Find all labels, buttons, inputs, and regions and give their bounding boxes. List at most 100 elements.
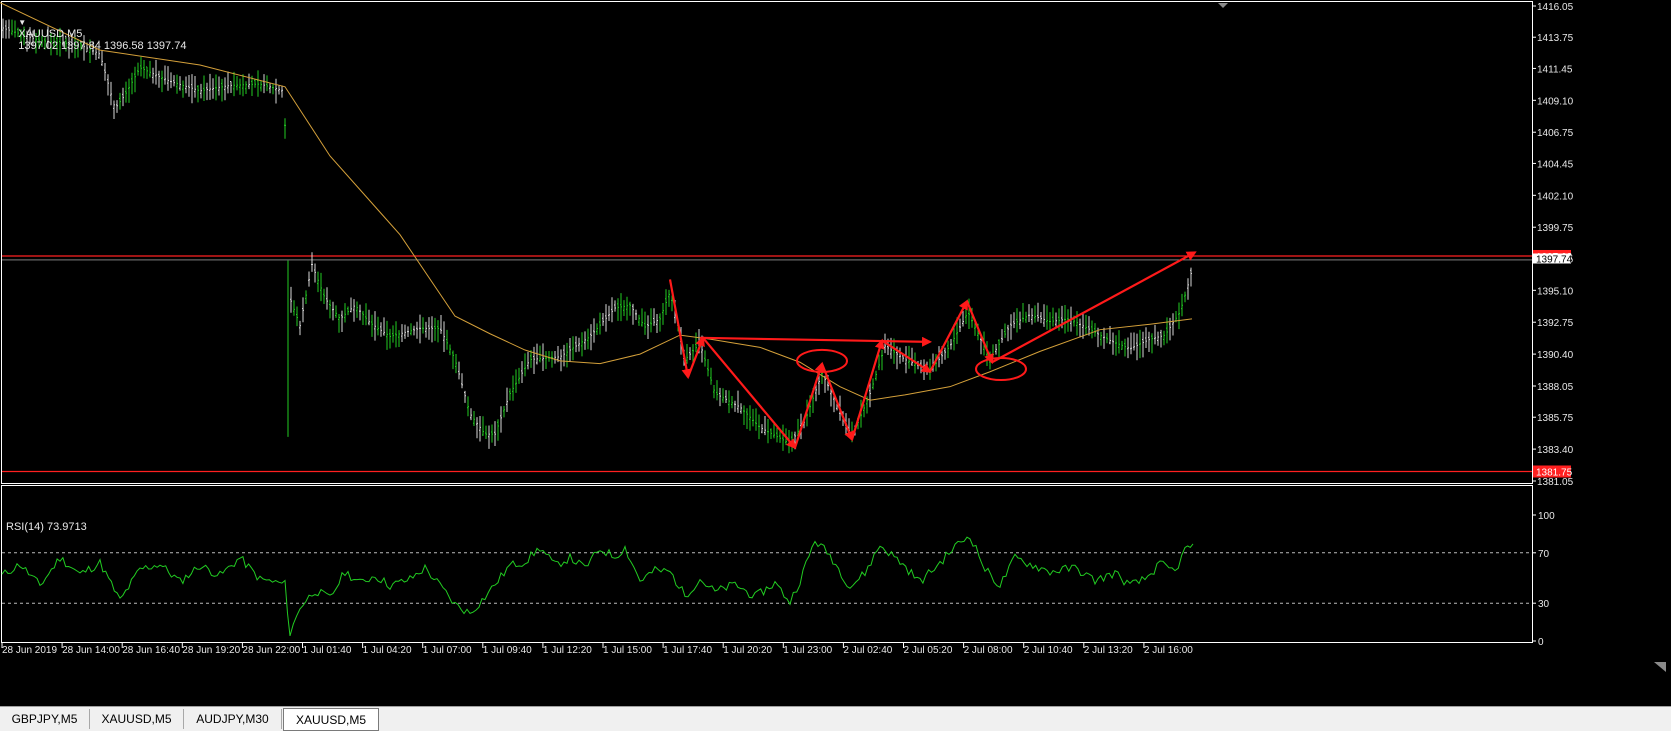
price-axis-label: 1406.75: [1537, 128, 1574, 139]
ohlc-bar: [623, 300, 625, 316]
ohlc-bar: [911, 347, 913, 366]
ohlc-bar: [185, 76, 187, 94]
tab-audjpy-m30[interactable]: AUDJPY,M30: [184, 709, 282, 729]
ohlc-bar: [203, 75, 205, 102]
chart-canvas[interactable]: 1416.05 1413.75 1411.45 1409.10 1406.75 1404.…: [0, 0, 1671, 706]
rsi-axis-label: 30: [1538, 599, 1550, 610]
chart-window[interactable]: 1416.05 1413.75 1411.45 1409.10 1406.75 1404.…: [0, 0, 1671, 731]
ohlc-bar: [1031, 308, 1033, 325]
time-axis-label: 1 Jul 23:00: [783, 645, 832, 656]
ohlc-bar: [899, 347, 901, 364]
ohlc-bar: [761, 424, 763, 434]
ohlc-bar: [1106, 333, 1108, 344]
time-axis-label: 1 Jul 01:40: [303, 645, 352, 656]
ohlc-bar: [107, 74, 109, 96]
tab-xauusd-m5[interactable]: XAUUSD,M5: [90, 709, 184, 729]
ohlc-bar: [638, 314, 640, 326]
ohlc-bar: [482, 416, 484, 436]
ohlc-bar: [551, 351, 553, 368]
ohlc-bar: [1016, 308, 1018, 333]
trend-arrow: [820, 363, 854, 442]
ohlc-bar: [218, 76, 220, 96]
ohlc-bar: [1160, 329, 1162, 348]
ohlc-bar: [470, 408, 472, 421]
ohlc-bar: [158, 70, 160, 88]
ohlc-bar: [1019, 311, 1021, 330]
ohlc-bar: [1052, 307, 1054, 327]
price-axis-label: 1411.45: [1537, 64, 1573, 75]
ohlc-bar: [512, 375, 514, 401]
ohlc-bar: [479, 415, 481, 442]
price-axis-label: 1388.05: [1537, 382, 1574, 393]
ohlc-bar: [755, 408, 757, 431]
collapse-arrow-icon[interactable]: ▼: [18, 18, 26, 27]
ohlc-bar: [1088, 316, 1090, 336]
ohlc-bar: [653, 308, 655, 326]
ohlc-bar: [1124, 338, 1126, 357]
ohlc-bar: [170, 72, 172, 89]
ohlc-bar: [1178, 302, 1180, 330]
ohlc-bar: [686, 343, 688, 364]
ohlc-bar: [1133, 332, 1135, 351]
ohlc-bar: [104, 63, 106, 81]
ohlc-bar: [131, 72, 133, 95]
ohlc-bar: [1181, 293, 1183, 317]
ohlc-bar: [1166, 317, 1168, 344]
ohlc-bar: [590, 324, 592, 351]
ohlc-bar: [269, 83, 271, 94]
ohlc-bar: [905, 346, 907, 374]
ohlc-bar: [332, 301, 334, 321]
ohlc-bar: [221, 78, 223, 102]
trend-arrow: [793, 361, 825, 449]
ohlc-bar: [1100, 331, 1102, 346]
time-axis-label: 28 Jun 14:00: [62, 645, 120, 656]
ohlc-bar: [1025, 311, 1027, 323]
ohlc-bar: [191, 74, 193, 104]
ohlc-values: 1397.02 1397.84 1396.58 1397.74: [18, 40, 187, 52]
ohlc-bar: [872, 378, 874, 390]
ohlc-bar: [113, 100, 115, 119]
ohlc-bar: [731, 395, 733, 409]
ohlc-bar: [440, 315, 442, 334]
time-axis-label: 2 Jul 05:20: [904, 645, 953, 656]
shift-marker-icon: [1218, 3, 1228, 8]
price-axis-label: 1404.45: [1537, 159, 1574, 170]
ohlc-bar: [206, 82, 208, 101]
ohlc-bar: [179, 76, 181, 91]
ohlc-bar: [245, 81, 247, 95]
ohlc-bar: [599, 312, 601, 335]
ohlc-bar: [356, 301, 358, 318]
ohlc-bar: [359, 304, 361, 321]
trend-arrow: [668, 279, 692, 380]
time-axis-label: 1 Jul 07:00: [423, 645, 472, 656]
ohlc-bar: [740, 403, 742, 414]
tab-gbpjpy-m5[interactable]: GBPJPY,M5: [0, 709, 90, 729]
ohlc-bar: [491, 424, 493, 443]
ohlc-bar: [1091, 320, 1093, 339]
ohlc-bar: [506, 387, 508, 412]
ohlc-bar: [944, 347, 946, 360]
ohlc-bar: [290, 286, 292, 313]
ohlc-bar: [386, 320, 388, 350]
time-axis-label: 1 Jul 04:20: [363, 645, 412, 656]
ohlc-bar: [629, 301, 631, 316]
ohlc-bar: [347, 306, 349, 316]
ohlc-bar: [128, 78, 130, 103]
ohlc-bar: [275, 78, 277, 104]
ohlc-bar: [188, 74, 190, 97]
ohlc-bar: [1187, 278, 1189, 300]
highlight-ellipse: [975, 357, 1027, 382]
ohlc-bar: [248, 73, 250, 90]
ohlc-bar: [1040, 311, 1042, 324]
time-axis-label: 2 Jul 10:40: [1024, 645, 1073, 656]
ohlc-bar: [434, 317, 436, 341]
ohlc-bar: [284, 118, 286, 139]
time-axis-label: 2 Jul 02:40: [843, 645, 892, 656]
ohlc-bar: [584, 331, 586, 350]
ohlc-bar: [632, 303, 634, 325]
ohlc-bar: [1190, 267, 1192, 287]
ohlc-bar: [689, 347, 691, 361]
tab-xauusd-m5-active[interactable]: XAUUSD,M5: [283, 708, 379, 731]
ohlc-bar: [443, 321, 445, 353]
ohlc-bar: [350, 297, 352, 313]
